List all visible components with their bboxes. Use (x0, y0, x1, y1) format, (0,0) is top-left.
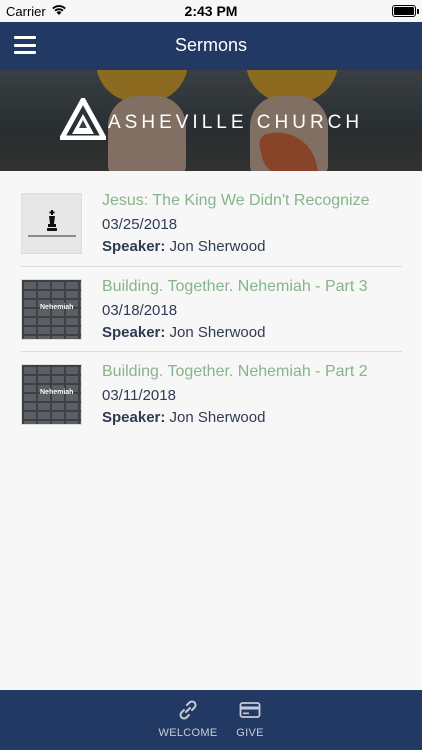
tab-welcome[interactable]: WELCOME (156, 698, 220, 739)
speaker-name: Jon Sherwood (169, 238, 266, 255)
sermon-title-link[interactable]: Jesus: The King We Didn't Recognize (102, 192, 370, 210)
nav-bar: Sermons (0, 22, 422, 70)
page-title: Sermons (174, 35, 248, 55)
credit-card-icon (239, 702, 261, 718)
speaker-label: Speaker: (102, 323, 166, 341)
sermon-title-link[interactable]: Building. Together. Nehemiah - Part 2 (102, 363, 368, 381)
status-time: 2:43 PM (184, 3, 238, 19)
tab-give-label: GIVE (236, 727, 264, 739)
sermon-thumbnail (21, 193, 82, 254)
asheville-church-logo-icon (60, 98, 106, 140)
church-banner: ASHEVILLE CHURCH (0, 70, 422, 171)
chess-king-icon (47, 210, 57, 231)
sermon-list: Jesus: The King We Didn't Recognize 03/2… (0, 181, 422, 438)
sermon-speaker: Speaker: Jon Sherwood (102, 409, 265, 426)
status-bar: Carrier 2:43 PM (0, 0, 422, 22)
sermon-list-item[interactable]: Nehemiah Building. Together. Nehemiah - … (0, 267, 422, 352)
sermon-date: 03/11/2018 (102, 387, 176, 404)
church-name-logo-text: ASHEVILLE CHURCH (108, 112, 364, 133)
thumbnail-label: Nehemiah (40, 389, 74, 396)
link-icon (179, 700, 197, 720)
thumbnail-label: Nehemiah (40, 303, 74, 311)
sermon-list-item[interactable]: Nehemiah Building. Together. Nehemiah - … (0, 352, 422, 438)
sermon-speaker: Speaker: Jon Sherwood (102, 324, 265, 341)
tab-welcome-label: WELCOME (158, 727, 218, 739)
sermon-speaker: Speaker: Jon Sherwood (102, 238, 265, 255)
sermon-list-item[interactable]: Jesus: The King We Didn't Recognize 03/2… (0, 181, 422, 267)
bottom-tab-bar: WELCOME GIVE (0, 690, 422, 750)
sermon-title-link[interactable]: Building. Together. Nehemiah - Part 3 (102, 278, 368, 296)
sermon-date: 03/18/2018 (102, 301, 178, 319)
battery-icon (392, 5, 419, 17)
speaker-label: Speaker: (102, 238, 166, 255)
speaker-label: Speaker: (102, 409, 166, 426)
tab-give[interactable]: GIVE (228, 698, 272, 739)
speaker-name: Jon Sherwood (169, 409, 266, 426)
sermon-date: 03/25/2018 (102, 216, 178, 233)
sermon-thumbnail: Nehemiah (21, 278, 82, 340)
sermon-thumbnail: Nehemiah (21, 364, 82, 425)
speaker-name: Jon Sherwood (169, 323, 266, 341)
